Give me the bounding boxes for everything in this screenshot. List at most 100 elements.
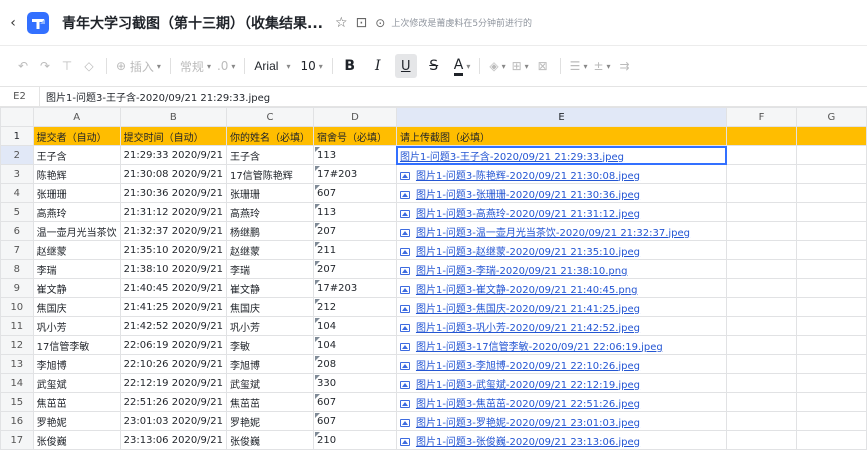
undo-icon[interactable]: ↶ bbox=[12, 54, 34, 78]
empty-cell[interactable] bbox=[726, 183, 797, 203]
submitter-cell[interactable]: 焦国庆 bbox=[32, 297, 121, 317]
dorm-cell[interactable]: 208 bbox=[313, 354, 397, 374]
empty-cell[interactable] bbox=[795, 335, 867, 355]
empty-cell[interactable] bbox=[726, 164, 797, 184]
dorm-cell[interactable]: 207 bbox=[313, 221, 397, 241]
header-cell-submit-time[interactable]: 提交时间（自动） bbox=[119, 126, 228, 146]
empty-cell[interactable] bbox=[795, 354, 867, 374]
attachment-link[interactable]: 图片1-问题3-赵继蒙-2020/09/21 21:35:10.jpeg bbox=[416, 247, 640, 258]
attachment-link[interactable]: 图片1-问题3-焦国庆-2020/09/21 21:41:25.jpeg bbox=[416, 304, 640, 315]
submit-time-cell[interactable]: 2020/9/21 21:38:10 bbox=[119, 259, 228, 279]
empty-cell[interactable] bbox=[795, 259, 867, 279]
name-cell[interactable]: 王子含 bbox=[226, 145, 315, 165]
submit-time-cell[interactable]: 2020/9/21 22:12:19 bbox=[119, 373, 228, 393]
header-cell-dorm[interactable]: 宿舍号（必填） bbox=[313, 126, 397, 146]
screenshot-cell[interactable]: 图片1-问题3-罗艳妮-2020/09/21 23:01:03.jpeg bbox=[395, 411, 728, 431]
column-header-c[interactable]: C bbox=[226, 107, 315, 127]
dorm-cell[interactable]: 113 bbox=[313, 145, 397, 165]
empty-cell[interactable] bbox=[726, 392, 797, 412]
dorm-cell[interactable]: 607 bbox=[313, 411, 397, 431]
attachment-link[interactable]: 图片1-问题3-巩小芳-2020/09/21 21:42:52.jpeg bbox=[416, 323, 640, 334]
dorm-cell[interactable]: 212 bbox=[313, 297, 397, 317]
document-title[interactable]: 青年大学习截图（第十三期）（收集结果... bbox=[62, 13, 323, 33]
row-number[interactable]: 17 bbox=[0, 430, 34, 450]
dorm-cell[interactable]: 104 bbox=[313, 316, 397, 336]
empty-cell[interactable] bbox=[795, 278, 867, 298]
empty-cell[interactable] bbox=[726, 297, 797, 317]
submit-time-cell[interactable]: 2020/9/21 21:41:25 bbox=[119, 297, 228, 317]
submit-time-cell[interactable]: 2020/9/21 21:30:36 bbox=[119, 183, 228, 203]
empty-cell[interactable] bbox=[795, 430, 867, 450]
screenshot-cell[interactable]: 图片1-问题3-王子含-2020/09/21 21:29:33.jpeg bbox=[395, 145, 728, 165]
redo-icon[interactable]: ↷ bbox=[34, 54, 56, 78]
clear-format-icon[interactable]: ◇ bbox=[78, 54, 100, 78]
dorm-cell[interactable]: 607 bbox=[313, 392, 397, 412]
column-header-b[interactable]: B bbox=[119, 107, 228, 127]
decimal-select[interactable]: .0 ▾ bbox=[214, 54, 238, 78]
name-cell[interactable]: 李瑞 bbox=[226, 259, 315, 279]
empty-cell[interactable] bbox=[795, 145, 867, 165]
name-cell[interactable]: 杨继鹏 bbox=[226, 221, 315, 241]
row-number[interactable]: 6 bbox=[0, 221, 34, 241]
dorm-cell[interactable]: 211 bbox=[313, 240, 397, 260]
empty-cell[interactable] bbox=[795, 126, 867, 146]
attachment-link[interactable]: 图片1-问题3-张俊巍-2020/09/21 23:13:06.jpeg bbox=[416, 437, 640, 448]
empty-cell[interactable] bbox=[726, 278, 797, 298]
empty-cell[interactable] bbox=[726, 126, 797, 146]
submit-time-cell[interactable]: 2020/9/21 21:29:33 bbox=[119, 145, 228, 165]
attachment-link[interactable]: 图片1-问题3-罗艳妮-2020/09/21 23:01:03.jpeg bbox=[416, 418, 640, 429]
attachment-link[interactable]: 图片1-问题3-王子含-2020/09/21 21:29:33.jpeg bbox=[400, 152, 624, 163]
column-header-f[interactable]: F bbox=[726, 107, 797, 127]
submitter-cell[interactable]: 巩小芳 bbox=[32, 316, 121, 336]
bold-button[interactable]: B bbox=[339, 54, 361, 78]
name-cell[interactable]: 17信管陈艳辉 bbox=[226, 164, 315, 184]
submitter-cell[interactable]: 张俊巍 bbox=[32, 430, 121, 450]
text-color-button[interactable]: A ▾ bbox=[451, 54, 474, 78]
name-cell[interactable]: 武玺斌 bbox=[226, 373, 315, 393]
row-number[interactable]: 13 bbox=[0, 354, 34, 374]
screenshot-cell[interactable]: 图片1-问题3-17信管李敏-2020/09/21 22:06:19.jpeg bbox=[395, 335, 728, 355]
submitter-cell[interactable]: 李瑞 bbox=[32, 259, 121, 279]
submitter-cell[interactable]: 张珊珊 bbox=[32, 183, 121, 203]
header-cell-submitter[interactable]: 提交者（自动） bbox=[32, 126, 121, 146]
row-number[interactable]: 16 bbox=[0, 411, 34, 431]
empty-cell[interactable] bbox=[726, 259, 797, 279]
attachment-link[interactable]: 图片1-问题3-李旭博-2020/09/21 22:10:26.jpeg bbox=[416, 361, 640, 372]
attachment-link[interactable]: 图片1-问题3-温一壶月光当茶饮-2020/09/21 21:32:37.jpe… bbox=[416, 228, 690, 239]
column-header-d[interactable]: D bbox=[313, 107, 397, 127]
vertical-align-icon[interactable]: ± ▾ bbox=[590, 54, 613, 78]
name-cell[interactable]: 李旭博 bbox=[226, 354, 315, 374]
screenshot-cell[interactable]: 图片1-问题3-焦国庆-2020/09/21 21:41:25.jpeg bbox=[395, 297, 728, 317]
screenshot-cell[interactable]: 图片1-问题3-陈艳辉-2020/09/21 21:30:08.jpeg bbox=[395, 164, 728, 184]
row-number[interactable]: 8 bbox=[0, 259, 34, 279]
screenshot-cell[interactable]: 图片1-问题3-张俊巍-2020/09/21 23:13:06.jpeg bbox=[395, 430, 728, 450]
submit-time-cell[interactable]: 2020/9/21 21:30:08 bbox=[119, 164, 228, 184]
screenshot-cell[interactable]: 图片1-问题3-巩小芳-2020/09/21 21:42:52.jpeg bbox=[395, 316, 728, 336]
empty-cell[interactable] bbox=[726, 316, 797, 336]
empty-cell[interactable] bbox=[795, 183, 867, 203]
submitter-cell[interactable]: 罗艳妮 bbox=[32, 411, 121, 431]
merge-cells-icon[interactable]: ⊠ bbox=[532, 54, 554, 78]
empty-cell[interactable] bbox=[726, 221, 797, 241]
submitter-cell[interactable]: 崔文静 bbox=[32, 278, 121, 298]
empty-cell[interactable] bbox=[795, 221, 867, 241]
empty-cell[interactable] bbox=[726, 430, 797, 450]
submit-time-cell[interactable]: 2020/9/21 22:10:26 bbox=[119, 354, 228, 374]
wrap-text-icon[interactable]: ⇉ bbox=[614, 54, 636, 78]
column-header-e[interactable]: E bbox=[395, 107, 728, 127]
name-cell[interactable]: 焦国庆 bbox=[226, 297, 315, 317]
submit-time-cell[interactable]: 2020/9/21 21:40:45 bbox=[119, 278, 228, 298]
borders-icon[interactable]: ⊞ ▾ bbox=[509, 54, 532, 78]
attachment-link[interactable]: 图片1-问题3-张珊珊-2020/09/21 21:30:36.jpeg bbox=[416, 190, 640, 201]
row-number[interactable]: 12 bbox=[0, 335, 34, 355]
submit-time-cell[interactable]: 2020/9/21 23:13:06 bbox=[119, 430, 228, 450]
dorm-cell[interactable]: 210 bbox=[313, 430, 397, 450]
folder-icon[interactable]: ⊡ bbox=[356, 15, 368, 31]
back-button[interactable]: ‹ bbox=[2, 15, 24, 31]
empty-cell[interactable] bbox=[795, 164, 867, 184]
submit-time-cell[interactable]: 2020/9/21 22:51:26 bbox=[119, 392, 228, 412]
row-number[interactable]: 2 bbox=[0, 145, 34, 165]
submit-time-cell[interactable]: 2020/9/21 21:31:12 bbox=[119, 202, 228, 222]
dorm-cell[interactable]: 607 bbox=[313, 183, 397, 203]
name-cell[interactable]: 崔文静 bbox=[226, 278, 315, 298]
